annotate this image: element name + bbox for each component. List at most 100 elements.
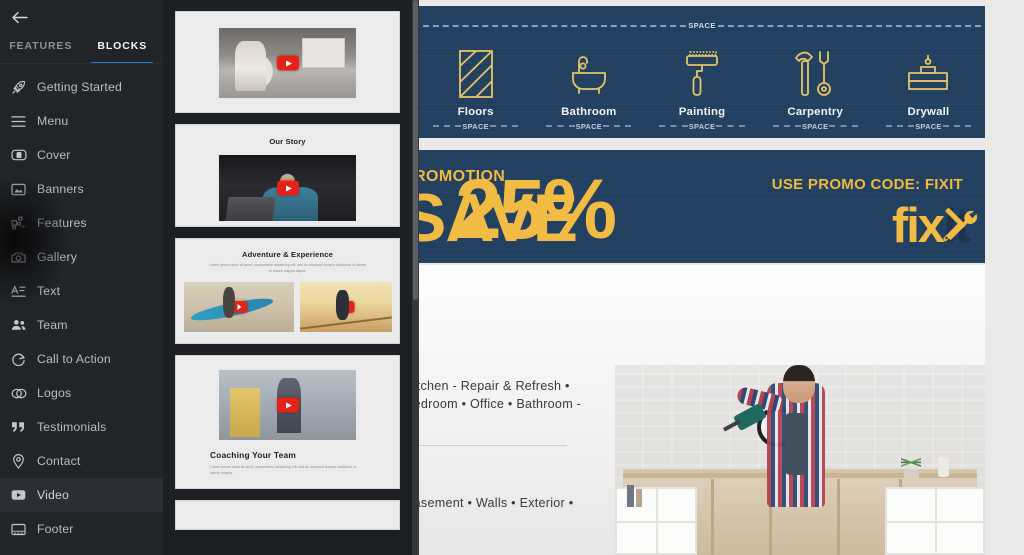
sidebar-item-banners[interactable]: Banners	[0, 172, 163, 206]
space-markers-bottom: SPACE SPACE SPACE SPACE SPACE	[419, 120, 985, 132]
services-section[interactable]: SPACE Floors Bathroom Painting Carpentry…	[419, 6, 985, 138]
sidebar-item-call-to-action[interactable]: Call to Action	[0, 342, 163, 376]
sidebar-item-text[interactable]: Text	[0, 274, 163, 308]
sidebar-item-label: Menu	[37, 114, 69, 128]
youtube-play-icon	[337, 301, 354, 314]
sidebar-item-label: Video	[37, 488, 69, 502]
service-item-painting[interactable]: Painting	[645, 36, 758, 118]
back-button[interactable]	[8, 9, 32, 31]
service-label: Bathroom	[561, 106, 617, 118]
space-label: SPACE	[575, 121, 603, 131]
logos-icon	[10, 385, 27, 402]
site-preview-canvas[interactable]: SPACE Floors Bathroom Painting Carpentry…	[419, 0, 1024, 555]
space-dash	[772, 125, 801, 127]
sidebar-item-testimonials[interactable]: Testimonials	[0, 410, 163, 444]
youtube-play-icon	[276, 180, 299, 196]
service-item-drywall[interactable]: Drywall	[872, 36, 985, 118]
promo-banner-section[interactable]: PROMOTION SAVE 25% USE PROMO CODE: FIXIT…	[419, 150, 985, 263]
quote-icon	[10, 419, 27, 436]
tab-blocks[interactable]: BLOCKS	[82, 33, 164, 64]
service-label: Painting	[678, 106, 726, 118]
youtube-play-icon	[276, 55, 299, 71]
thumbnail-preview-image	[219, 370, 356, 440]
space-dash	[489, 125, 519, 127]
space-marker: SPACE	[645, 120, 758, 132]
thumbnail-title: Adventure & Experience	[241, 250, 334, 259]
space-dash	[885, 125, 915, 127]
tab-features[interactable]: FEATURES	[0, 33, 82, 61]
banner-icon	[10, 181, 27, 198]
space-dash	[659, 125, 688, 127]
thumbnail-preview-image	[219, 28, 356, 98]
space-dash	[433, 125, 462, 127]
block-thumbnail[interactable]: Our Story	[175, 124, 400, 227]
service-label: Carpentry	[787, 106, 844, 118]
team-icon	[10, 317, 27, 334]
canvas-scrollbar[interactable]	[412, 0, 419, 555]
thumbnail-title: Our Story	[269, 137, 306, 146]
call-to-action-icon	[10, 351, 27, 368]
thumbnail-preview-image	[299, 282, 392, 333]
service-item-bathroom[interactable]: Bathroom	[532, 36, 645, 118]
camera-icon	[10, 249, 27, 266]
drill-photo	[615, 365, 985, 555]
canvas-area: SPACE Floors Bathroom Painting Carpentry…	[412, 0, 1024, 555]
paint-roller-icon	[684, 48, 720, 100]
sidebar-item-label: Cover	[37, 148, 71, 162]
service-item-carpentry[interactable]: Carpentry	[759, 36, 872, 118]
promo-discount: 25%	[455, 162, 617, 256]
space-marker: SPACE	[759, 120, 872, 132]
sidebar-item-gallery[interactable]: Gallery	[0, 240, 163, 274]
space-label: SPACE	[915, 121, 942, 131]
space-label: SPACE	[462, 121, 489, 131]
sidebar-item-label: Testimonials	[37, 420, 107, 434]
block-thumbnail[interactable]	[175, 11, 400, 113]
person-torso	[785, 413, 807, 475]
sidebar-item-video[interactable]: Video	[0, 478, 163, 512]
map-pin-icon	[10, 453, 27, 470]
sidebar-item-label: Footer	[37, 522, 74, 536]
video-icon	[10, 487, 27, 504]
service-text-line-two: Bedroom • Office • Bathroom -	[419, 397, 582, 411]
space-label: SPACE	[802, 121, 829, 131]
block-thumbnail[interactable]	[175, 500, 400, 530]
content-section[interactable]: Kitchen - Repair & Refresh • Bedroom • O…	[419, 265, 985, 555]
sidebar-item-menu[interactable]: Menu	[0, 104, 163, 138]
shelf-divider	[711, 479, 714, 555]
sidebar-item-logos[interactable]: Logos	[0, 376, 163, 410]
sidebar-item-getting-started[interactable]: Getting Started	[0, 70, 163, 104]
sidebar-item-team[interactable]: Team	[0, 308, 163, 342]
sidebar-item-label: Contact	[37, 454, 81, 468]
block-thumbnail[interactable]: Adventure & Experience Lorem ipsum dolor…	[175, 238, 400, 344]
sidebar-item-label: Getting Started	[37, 80, 122, 94]
sidebar-item-features[interactable]: Features	[0, 206, 163, 240]
footer-icon	[10, 521, 27, 538]
space-dash	[603, 125, 632, 127]
floor-tiles-icon	[458, 48, 493, 100]
sidebar-item-contact[interactable]: Contact	[0, 444, 163, 478]
rocket-icon	[10, 79, 27, 96]
hammer-wrench-crossed-icon	[939, 204, 979, 244]
shelf-object	[627, 485, 634, 507]
right-cabinet	[885, 487, 985, 555]
sidebar-category-list: Getting Started Menu Cover Banners Featu…	[0, 70, 163, 555]
text-icon	[10, 283, 27, 300]
block-thumbnail[interactable]: Coaching Your Team Lorem ipsum dolor sit…	[175, 355, 400, 489]
thumbnail-preview-image	[183, 282, 294, 333]
space-label: SPACE	[688, 21, 716, 30]
sidebar-item-cover[interactable]: Cover	[0, 138, 163, 172]
cover-icon	[10, 147, 27, 164]
app-root: FEATURES BLOCKS Getting Started Menu Cov…	[0, 0, 1024, 555]
sidebar-item-label: Team	[37, 318, 68, 332]
sidebar-tabs: FEATURES BLOCKS	[0, 33, 164, 64]
shelf-object	[636, 489, 642, 507]
service-item-floors[interactable]: Floors	[419, 36, 532, 118]
space-dash	[717, 24, 982, 27]
plant-pot	[904, 469, 919, 478]
sidebar-item-footer[interactable]: Footer	[0, 512, 163, 546]
logo-text-fix: fix	[891, 199, 945, 253]
arrow-left-icon	[12, 11, 28, 29]
sidebar-item-label: Call to Action	[37, 352, 111, 366]
blocks-thumbnail-panel[interactable]: Our Story Adventure & Experience Lorem i…	[163, 0, 412, 555]
scrollbar-thumb[interactable]	[413, 0, 418, 300]
